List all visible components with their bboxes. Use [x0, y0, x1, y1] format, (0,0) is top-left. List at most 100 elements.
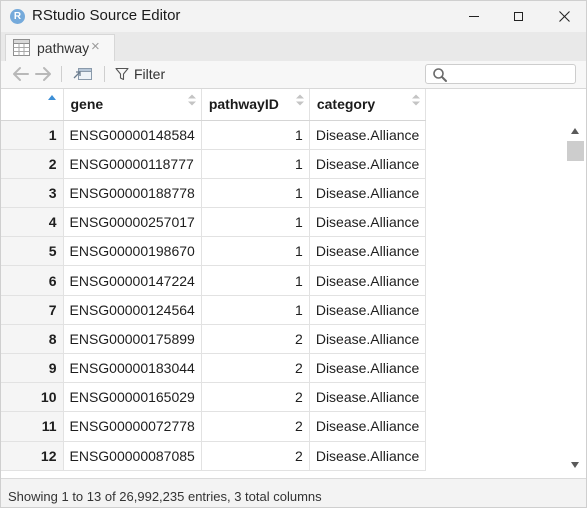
scroll-up-arrow-icon[interactable] — [571, 128, 579, 134]
data-grid-icon — [13, 39, 30, 56]
cell-pathwayid[interactable]: 2 — [201, 324, 310, 355]
row-index-header[interactable] — [1, 89, 64, 121]
cell-gene[interactable]: ENSG00000198670 — [63, 236, 202, 267]
data-viewer-table: gene pathwayID category 1 ENSG0000014858… — [1, 89, 586, 478]
cell-pathwayid[interactable]: 2 — [201, 382, 310, 413]
status-bar: Showing 1 to 13 of 26,992,235 entries, 3… — [1, 478, 586, 507]
table-row: 4 ENSG00000257017 1 Disease.Alliance — [1, 207, 427, 238]
tab-strip: pathway × — [1, 32, 586, 62]
cell-gene[interactable]: ENSG00000147224 — [63, 265, 202, 296]
column-header-gene[interactable]: gene — [63, 89, 202, 121]
cell-category[interactable]: Disease.Alliance — [309, 120, 427, 150]
cell-category[interactable]: Disease.Alliance — [309, 441, 427, 471]
maximize-button[interactable] — [495, 1, 541, 32]
cell-category[interactable]: Disease.Alliance — [309, 207, 427, 238]
cell-category[interactable]: Disease.Alliance — [309, 149, 427, 179]
table-row: 3 ENSG00000188778 1 Disease.Alliance — [1, 178, 427, 209]
cell-gene[interactable]: ENSG00000175899 — [63, 324, 202, 355]
cell-category[interactable]: Disease.Alliance — [309, 236, 427, 267]
column-header-category[interactable]: category — [309, 89, 427, 121]
cell-pathwayid[interactable]: 1 — [201, 178, 310, 209]
header-row: gene pathwayID category — [1, 89, 427, 121]
table-row: 7 ENSG00000124564 1 Disease.Alliance — [1, 295, 427, 325]
cell-pathwayid[interactable]: 1 — [201, 120, 310, 150]
column-header-pathwayid[interactable]: pathwayID — [201, 89, 310, 121]
column-header-label: category — [316, 96, 376, 113]
cell-category[interactable]: Disease.Alliance — [309, 353, 427, 384]
cell-gene[interactable]: ENSG00000188778 — [63, 178, 202, 209]
cell-pathwayid[interactable]: 1 — [201, 265, 310, 296]
table-row: 10 ENSG00000165029 2 Disease.Alliance — [1, 382, 427, 413]
cell-gene[interactable]: ENSG00000087085 — [63, 441, 202, 471]
row-index: 11 — [1, 411, 64, 442]
cell-category[interactable]: Disease.Alliance — [309, 295, 427, 325]
cell-category[interactable]: Disease.Alliance — [309, 265, 427, 296]
arrow-left-icon[interactable] — [12, 66, 30, 82]
arrow-right-icon[interactable] — [34, 66, 52, 82]
table-row: 11 ENSG00000072778 2 Disease.Alliance — [1, 411, 427, 442]
window-title: RStudio Source Editor — [32, 7, 181, 24]
cell-pathwayid[interactable]: 2 — [201, 353, 310, 384]
cell-gene[interactable]: ENSG00000118777 — [63, 149, 202, 179]
minimize-button[interactable] — [451, 1, 497, 32]
filter-button[interactable]: Filter — [115, 65, 165, 83]
popout-window-icon[interactable] — [73, 66, 93, 82]
row-index: 5 — [1, 236, 64, 267]
entries-summary: Showing 1 to 13 of 26,992,235 entries, 3… — [8, 489, 322, 504]
cell-category[interactable]: Disease.Alliance — [309, 382, 427, 413]
filter-label: Filter — [134, 66, 166, 82]
search-icon — [433, 68, 447, 82]
title-bar: R RStudio Source Editor — [1, 1, 586, 32]
search-box[interactable] — [425, 64, 576, 84]
table-row: 9 ENSG00000183044 2 Disease.Alliance — [1, 353, 427, 384]
scrollbar-thumb[interactable] — [567, 141, 584, 161]
column-header-label: gene — [70, 96, 104, 113]
rstudio-source-editor-window: R RStudio Source Editor pathway × Filter… — [0, 0, 587, 508]
cell-gene[interactable]: ENSG00000183044 — [63, 353, 202, 384]
close-button[interactable] — [541, 1, 586, 32]
row-index: 12 — [1, 441, 64, 471]
sort-arrows-icon — [187, 94, 196, 106]
sort-arrows-icon — [295, 94, 304, 106]
close-icon — [558, 11, 570, 22]
row-index: 4 — [1, 207, 64, 238]
table-row: 1 ENSG00000148584 1 Disease.Alliance — [1, 120, 427, 150]
sort-arrows-icon — [412, 94, 421, 106]
tab-label: pathway — [37, 40, 90, 56]
toolbar-separator — [61, 66, 62, 82]
vertical-scrollbar[interactable] — [565, 121, 586, 475]
table-row: 8 ENSG00000175899 2 Disease.Alliance — [1, 324, 427, 355]
cell-pathwayid[interactable]: 1 — [201, 149, 310, 179]
tab-pathway[interactable]: pathway × — [5, 34, 115, 61]
row-index: 1 — [1, 120, 64, 150]
row-index: 8 — [1, 324, 64, 355]
row-index: 2 — [1, 149, 64, 179]
cell-category[interactable]: Disease.Alliance — [309, 411, 427, 442]
r-logo-icon: R — [10, 9, 25, 24]
cell-pathwayid[interactable]: 1 — [201, 207, 310, 238]
scroll-down-arrow-icon[interactable] — [571, 462, 579, 468]
cell-gene[interactable]: ENSG00000124564 — [63, 295, 202, 325]
row-index: 6 — [1, 265, 64, 296]
cell-pathwayid[interactable]: 1 — [201, 236, 310, 267]
tab-close-icon[interactable]: × — [91, 38, 100, 55]
row-index: 7 — [1, 295, 64, 325]
cell-gene[interactable]: ENSG00000148584 — [63, 120, 202, 150]
cell-category[interactable]: Disease.Alliance — [309, 178, 427, 209]
cell-pathwayid[interactable]: 1 — [201, 295, 310, 325]
toolbar-separator — [104, 66, 105, 82]
search-input[interactable] — [450, 66, 574, 84]
cell-pathwayid[interactable]: 2 — [201, 411, 310, 442]
row-index: 10 — [1, 382, 64, 413]
row-index: 3 — [1, 178, 64, 209]
cell-pathwayid[interactable]: 2 — [201, 441, 310, 471]
table-row: 2 ENSG00000118777 1 Disease.Alliance — [1, 149, 427, 179]
cell-gene[interactable]: ENSG00000257017 — [63, 207, 202, 238]
row-index: 9 — [1, 353, 64, 384]
cell-gene[interactable]: ENSG00000072778 — [63, 411, 202, 442]
table-row: 6 ENSG00000147224 1 Disease.Alliance — [1, 265, 427, 296]
table-row: 12 ENSG00000087085 2 Disease.Alliance — [1, 441, 427, 471]
cell-gene[interactable]: ENSG00000165029 — [63, 382, 202, 413]
cell-category[interactable]: Disease.Alliance — [309, 324, 427, 355]
sort-ascending-icon — [48, 95, 56, 100]
